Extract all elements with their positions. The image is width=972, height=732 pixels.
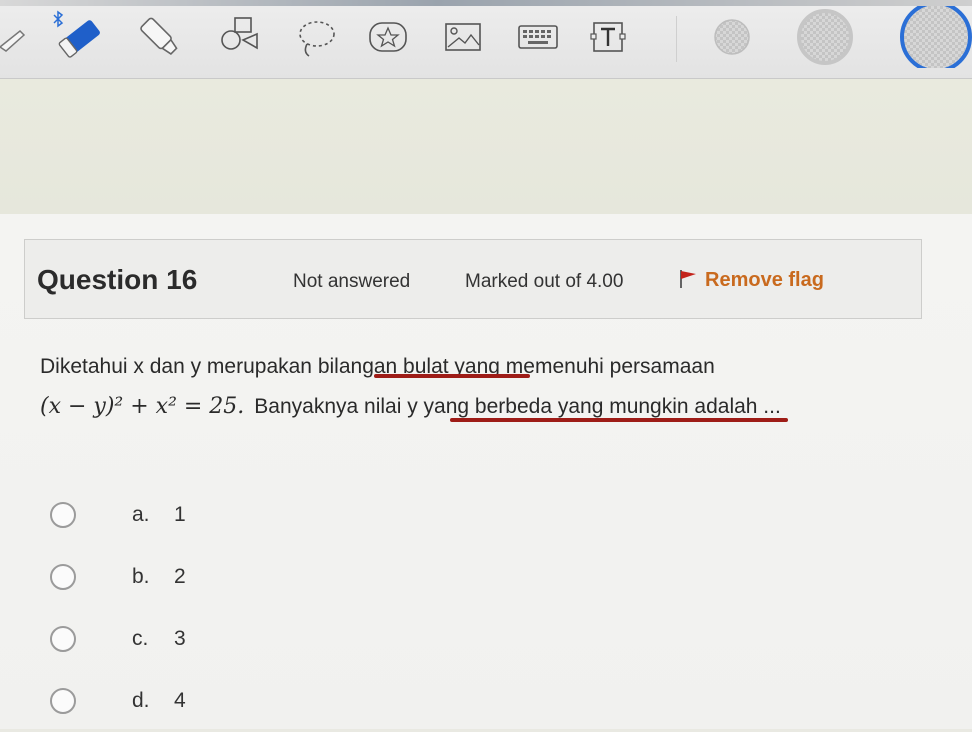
bluetooth-icon	[52, 10, 64, 28]
radio-button[interactable]	[50, 626, 76, 652]
image-icon	[443, 20, 483, 54]
option-value: 2	[174, 565, 186, 588]
toolbar-top-edge	[0, 0, 972, 6]
option-value: 3	[174, 627, 186, 650]
color-swatch-icon	[795, 7, 855, 67]
option-value: 4	[174, 689, 186, 712]
question-info-bar: Question 16 Not answered Marked out of 4…	[24, 239, 922, 319]
text-box-icon	[588, 17, 628, 57]
question-text: Diketahui x dan y merupakan bilangan bul…	[40, 347, 781, 427]
handwritten-underline	[374, 374, 530, 378]
color-swatch-large[interactable]	[892, 6, 972, 68]
option-b[interactable]: b. 2	[50, 546, 186, 608]
option-letter: a.	[132, 503, 150, 526]
option-d[interactable]: d. 4	[50, 670, 186, 732]
quiz-page: Question 16 Not answered Marked out of 4…	[0, 214, 972, 729]
blank-writing-area[interactable]	[0, 79, 972, 214]
image-tool[interactable]	[442, 12, 484, 62]
color-swatch-icon	[711, 16, 753, 58]
toolbar-separator	[676, 16, 677, 62]
question-marks: Marked out of 4.00	[465, 271, 624, 292]
highlighter-icon	[138, 14, 184, 60]
option-value: 1	[174, 503, 186, 526]
radio-button[interactable]	[50, 688, 76, 714]
option-a[interactable]: a. 1	[50, 484, 186, 546]
question-line-1: Diketahui x dan y merupakan bilangan bul…	[40, 355, 715, 378]
radio-button[interactable]	[50, 502, 76, 528]
color-swatch-small[interactable]	[710, 12, 754, 62]
answer-options: a. 1 b. 2 c. 3 d. 4	[50, 484, 186, 732]
color-swatch-icon	[892, 6, 972, 68]
question-state: Not answered	[293, 271, 411, 292]
pen-icon	[0, 17, 28, 57]
color-swatch-medium[interactable]	[794, 9, 856, 65]
flag-icon	[677, 267, 699, 294]
pen-tool[interactable]	[0, 12, 28, 62]
radio-button[interactable]	[50, 564, 76, 590]
handwritten-underline	[450, 418, 788, 422]
option-c[interactable]: c. 3	[50, 608, 186, 670]
keyboard-tool[interactable]	[516, 12, 560, 62]
option-letter: c.	[132, 627, 149, 650]
shapes-icon	[217, 14, 263, 60]
keyboard-icon	[517, 22, 559, 52]
text-box-tool[interactable]	[588, 12, 628, 62]
shapes-tool[interactable]	[216, 12, 264, 62]
sticker-tool[interactable]	[364, 12, 412, 62]
lasso-tool[interactable]	[292, 12, 342, 62]
highlighter-tool[interactable]	[136, 12, 186, 62]
option-letter: b.	[132, 565, 150, 588]
math-equation: (x − y)² + x² = 25.	[40, 394, 245, 419]
lasso-icon	[293, 14, 341, 60]
question-title: Question 16	[37, 264, 198, 295]
sticker-icon	[365, 17, 411, 57]
remove-flag-button[interactable]: Remove flag	[677, 267, 824, 294]
option-letter: d.	[132, 689, 150, 712]
annotation-toolbar	[0, 0, 972, 79]
remove-flag-label: Remove flag	[705, 269, 824, 291]
eraser-tool[interactable]	[50, 10, 110, 62]
